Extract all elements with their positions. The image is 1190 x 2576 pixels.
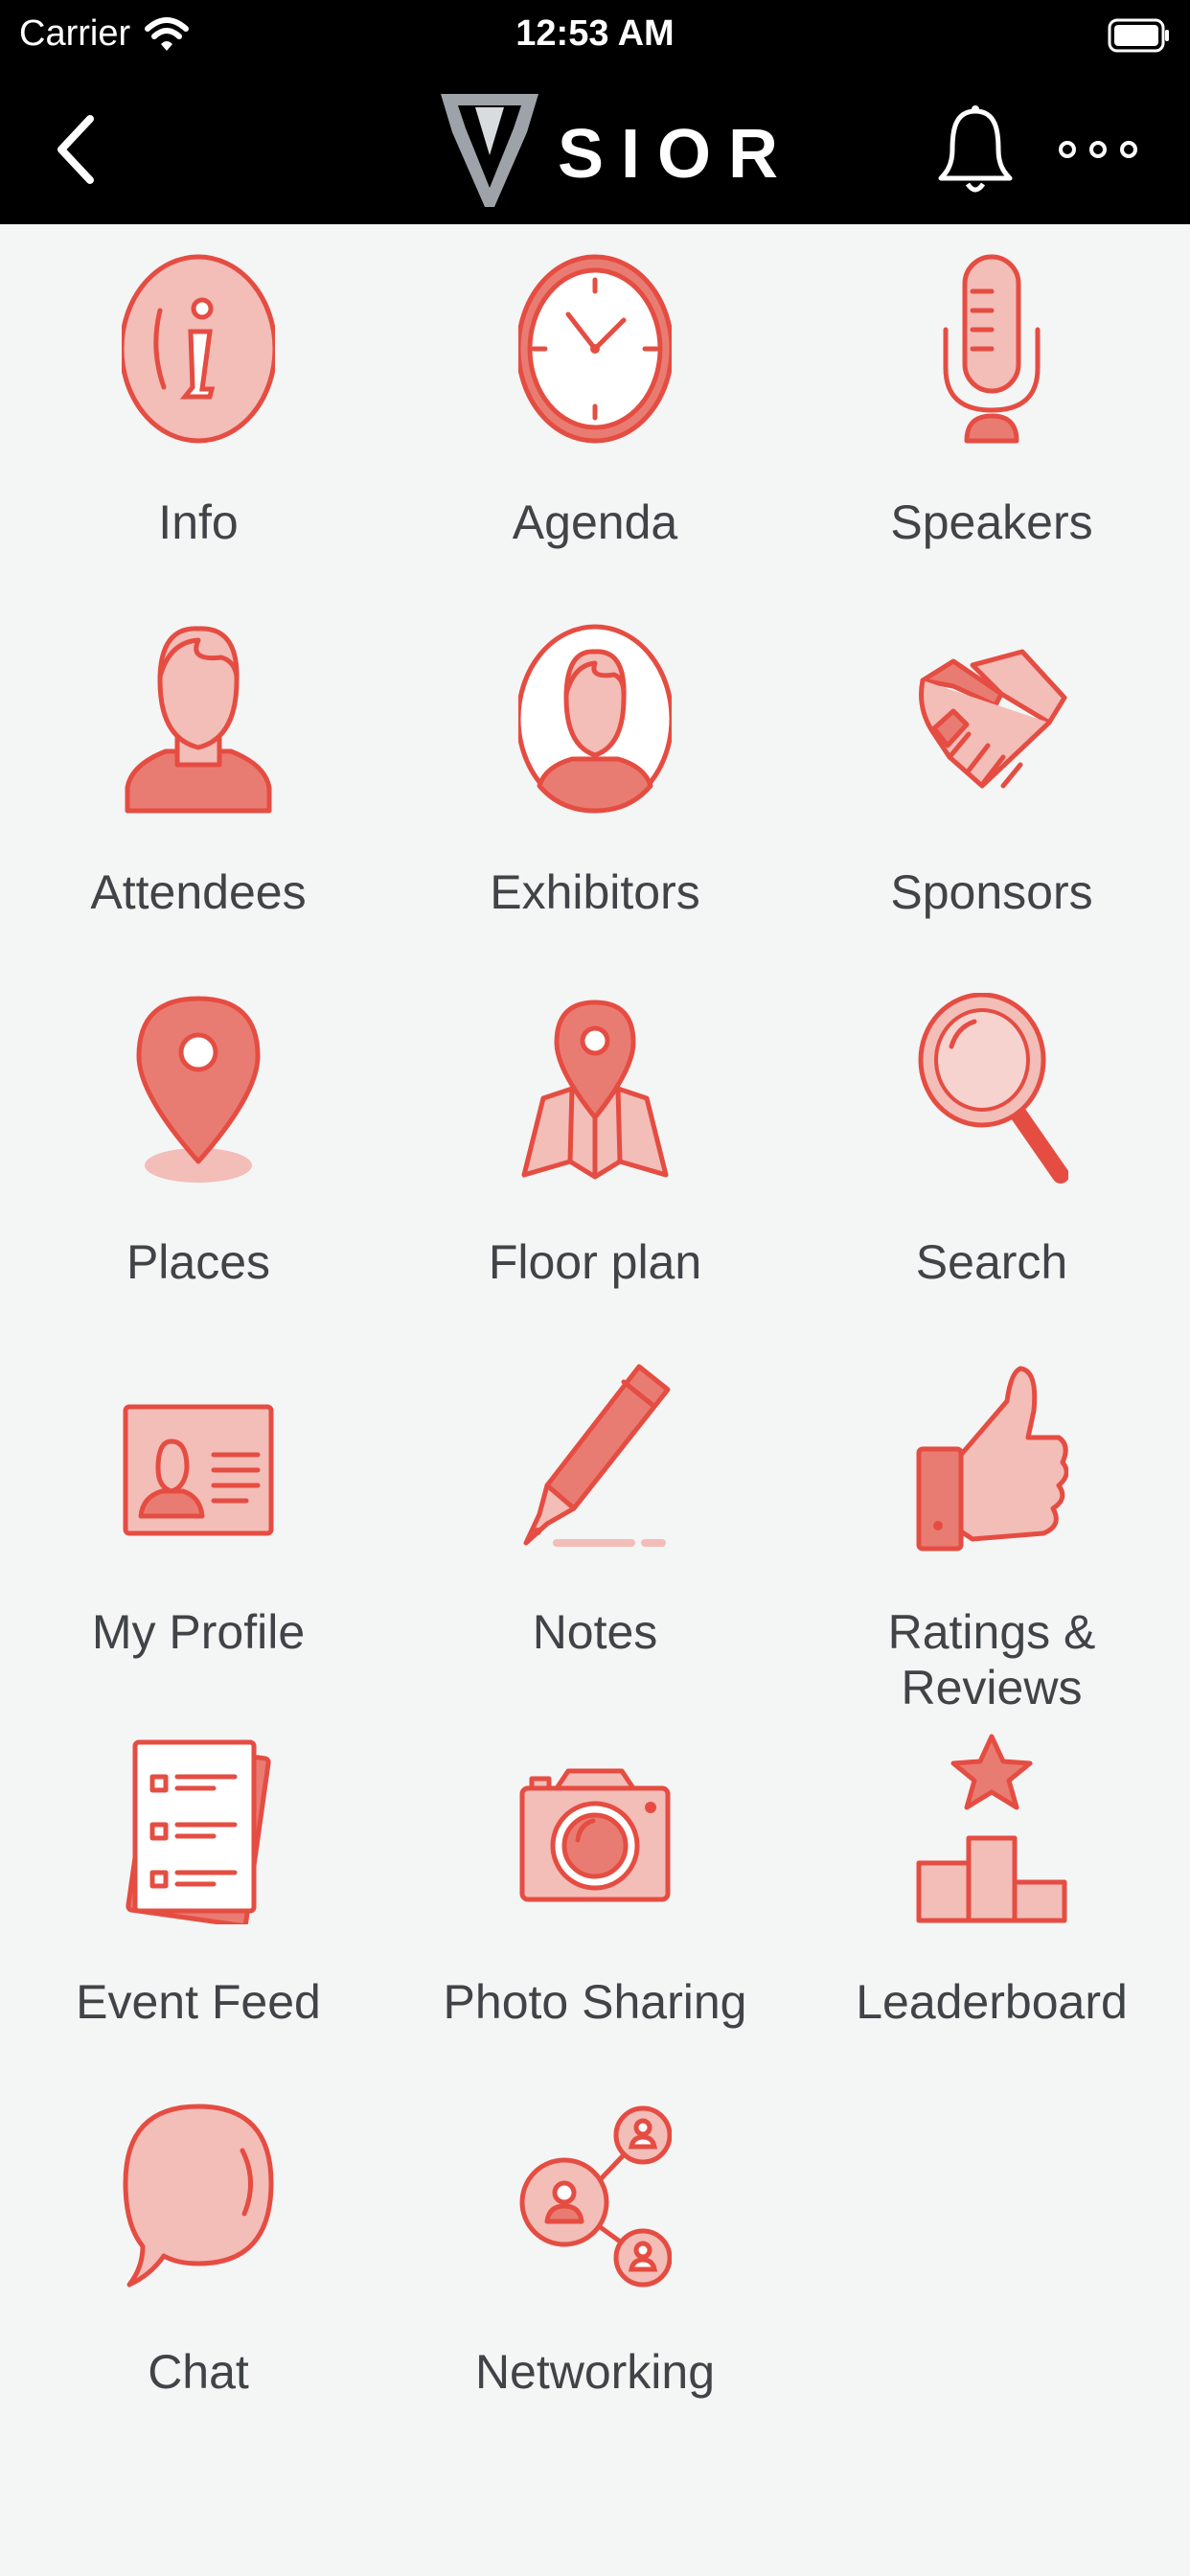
tile-label: Ratings & Reviews — [887, 1605, 1096, 1714]
tile-label: Leaderboard — [856, 1975, 1128, 2029]
tile-networking[interactable]: Networking — [397, 2074, 793, 2444]
tile-floor-plan[interactable]: Floor plan — [397, 964, 793, 1334]
handshake-icon — [919, 649, 1067, 789]
tile-label: Notes — [532, 1605, 658, 1659]
tile-ratings-reviews[interactable]: Ratings & Reviews — [793, 1334, 1190, 1714]
tile-label: Places — [126, 1235, 271, 1289]
status-bar: Carrier 12:53 AM — [0, 0, 1190, 75]
tile-sponsors[interactable]: Sponsors — [793, 594, 1190, 964]
tile-photo-sharing[interactable]: Photo Sharing — [397, 1704, 793, 2074]
tile-search[interactable]: Search — [793, 964, 1190, 1334]
shield-logo-icon — [441, 94, 538, 207]
tile-my-profile[interactable]: My Profile — [0, 1334, 397, 1704]
tile-label: Photo Sharing — [443, 1975, 747, 2029]
tile-label: Exhibitors — [490, 865, 700, 919]
tile-agenda[interactable]: Agenda — [397, 224, 793, 594]
tile-label: Attendees — [90, 865, 307, 919]
tile-speakers[interactable]: Speakers — [793, 224, 1190, 594]
checklist-icon — [126, 1739, 271, 1924]
tile-info[interactable]: Info — [0, 224, 397, 594]
speech-bubble-icon — [123, 2104, 274, 2288]
person-icon — [125, 626, 272, 814]
back-chevron-icon[interactable] — [48, 109, 105, 190]
tile-chat[interactable]: Chat — [0, 2074, 397, 2444]
microphone-icon — [943, 254, 1041, 444]
map-pin-icon — [136, 996, 261, 1183]
sior-logo: SIOR — [437, 88, 778, 213]
tile-label: Speakers — [890, 495, 1093, 549]
feature-grid: Info Agenda Speakers Attendees Exhibitor… — [0, 224, 1190, 2444]
id-card-icon — [123, 1404, 274, 1536]
map-icon — [521, 1000, 669, 1180]
more-horizontal-icon[interactable] — [1054, 130, 1142, 169]
camera-icon — [519, 1768, 671, 1902]
tile-event-feed[interactable]: Event Feed — [0, 1704, 397, 2074]
person-circle-icon — [518, 624, 672, 814]
tile-label: Networking — [474, 2345, 716, 2399]
magnifier-icon — [918, 993, 1068, 1184]
battery-icon — [1108, 18, 1169, 53]
logo-text: SIOR — [558, 116, 796, 193]
podium-star-icon — [916, 1734, 1067, 1923]
tile-label: Floor plan — [488, 1235, 702, 1289]
thumbs-up-icon — [916, 1366, 1068, 1552]
tile-places[interactable]: Places — [0, 964, 397, 1334]
tile-label: Search — [915, 1235, 1068, 1289]
tile-exhibitors[interactable]: Exhibitors — [397, 594, 793, 964]
network-people-icon — [519, 2105, 672, 2288]
pen-icon — [523, 1364, 671, 1547]
info-icon — [122, 254, 275, 444]
tile-label: Sponsors — [890, 865, 1093, 919]
nav-bar: SIOR — [0, 75, 1190, 224]
tile-label: Chat — [148, 2345, 249, 2399]
tile-label: Event Feed — [76, 1975, 321, 2029]
status-time: 12:53 AM — [515, 13, 675, 54]
clock-icon — [518, 254, 672, 444]
bell-icon[interactable] — [935, 102, 1016, 197]
tile-label: Info — [158, 495, 239, 549]
tile-label: Agenda — [512, 495, 678, 549]
tile-notes[interactable]: Notes — [397, 1334, 793, 1704]
tile-leaderboard[interactable]: Leaderboard — [793, 1704, 1190, 2074]
tile-label: My Profile — [91, 1605, 306, 1659]
tile-attendees[interactable]: Attendees — [0, 594, 397, 964]
